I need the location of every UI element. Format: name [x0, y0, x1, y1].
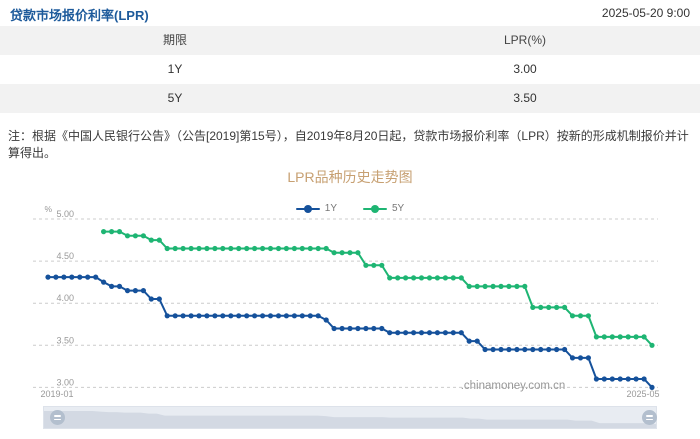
svg-text:3.50: 3.50	[56, 335, 74, 345]
datazoom-slider[interactable]	[43, 406, 657, 429]
svg-text:2019-01: 2019-01	[40, 389, 73, 399]
svg-text:5.00: 5.00	[56, 209, 74, 219]
datazoom-left-handle-icon[interactable]	[50, 410, 65, 425]
svg-text:%: %	[44, 204, 52, 214]
svg-text:4.00: 4.00	[56, 293, 74, 303]
svg-text:3.00: 3.00	[56, 377, 74, 387]
lpr-page: 贷款市场报价利率(LPR) 2025-05-20 9:00 期限 LPR(%) …	[0, 0, 700, 439]
svg-text:.chinamoney.com.cn: .chinamoney.com.cn	[461, 380, 566, 392]
svg-text:2025-05: 2025-05	[626, 389, 659, 399]
datazoom-shadow-area	[44, 411, 656, 428]
svg-text:4.50: 4.50	[56, 251, 74, 261]
lpr-history-chart[interactable]: 5.00 4.50 4.00 3.50 3.00% 2019-01 2025-05 .chin…	[0, 0, 700, 439]
datazoom-right-handle-icon[interactable]	[642, 410, 657, 425]
